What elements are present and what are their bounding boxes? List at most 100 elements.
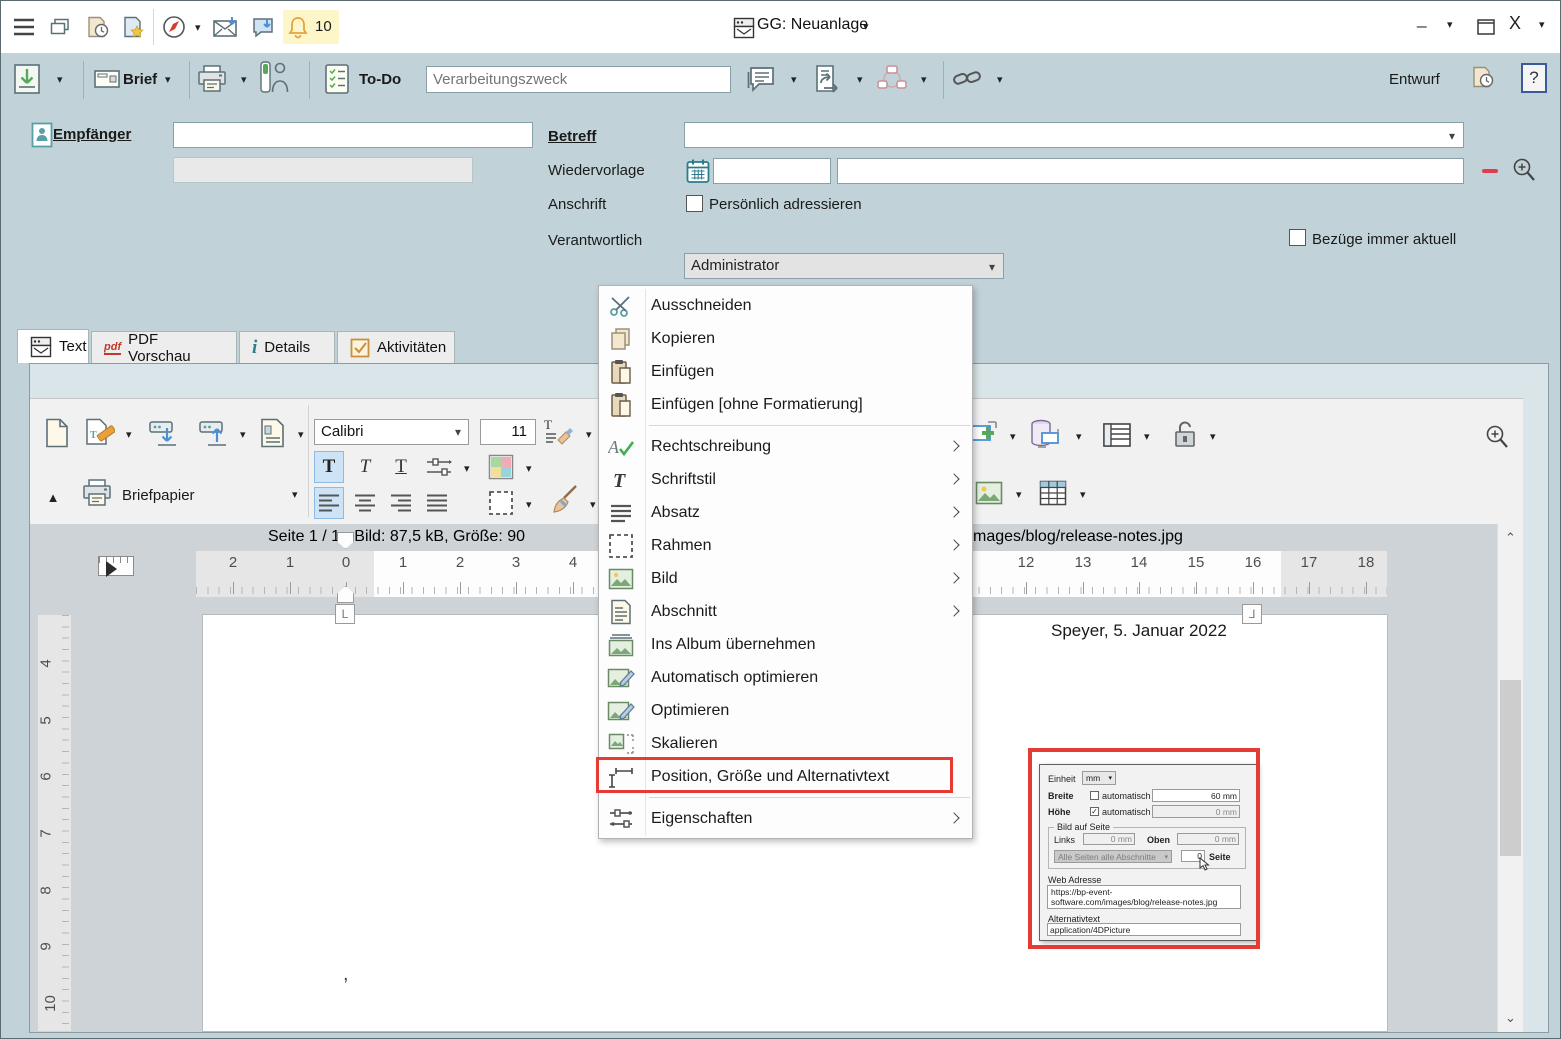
copy-page-dropdown[interactable] bbox=[298, 425, 304, 443]
align-right-button[interactable] bbox=[386, 487, 416, 519]
scroll-down-arrow[interactable]: ⌄ bbox=[1498, 1010, 1523, 1026]
minimize-button[interactable]: _ bbox=[1417, 9, 1426, 29]
char-spacing-dropdown[interactable] bbox=[464, 459, 470, 477]
border-dropdown[interactable] bbox=[526, 495, 532, 513]
clear-format-dropdown[interactable] bbox=[590, 495, 596, 513]
alternativtext-input[interactable]: application/4DPicture bbox=[1047, 923, 1241, 936]
compass-icon[interactable] bbox=[159, 12, 189, 42]
bold-button[interactable]: T bbox=[314, 451, 344, 483]
tab-stop-selector-icon[interactable] bbox=[98, 556, 134, 586]
lock-dropdown[interactable] bbox=[1210, 427, 1216, 445]
betreff-combo[interactable]: ▾ bbox=[684, 122, 1464, 148]
breite-input[interactable]: 60 mm bbox=[1152, 789, 1240, 802]
tab-details[interactable]: iDetails bbox=[239, 331, 335, 363]
left-margin-marker[interactable]: L bbox=[335, 604, 355, 624]
import-text-button[interactable] bbox=[148, 417, 178, 449]
wiedervorlage-text-input[interactable] bbox=[837, 158, 1464, 184]
forward-button[interactable] bbox=[813, 62, 841, 96]
menu-item-einfügen-ohne-formatierung[interactable]: Einfügen [ohne Formatierung] bbox=[599, 388, 972, 421]
windows-cascade-icon[interactable] bbox=[45, 12, 75, 42]
tab-text[interactable]: Text bbox=[17, 329, 89, 363]
insert-table-button[interactable] bbox=[1038, 477, 1068, 509]
menu-item-rahmen[interactable]: Rahmen bbox=[599, 529, 972, 562]
document-star-icon[interactable] bbox=[119, 12, 149, 42]
align-center-button[interactable] bbox=[350, 487, 380, 519]
table-list-button[interactable] bbox=[1102, 419, 1132, 451]
collapse-toolbar-button[interactable]: ▲ bbox=[38, 481, 68, 513]
copy-page-button[interactable] bbox=[258, 417, 288, 449]
indent-marker-top[interactable] bbox=[337, 532, 354, 549]
minimize-dropdown[interactable] bbox=[1447, 15, 1453, 33]
link-dropdown[interactable] bbox=[997, 70, 1003, 88]
window-title-dropdown[interactable] bbox=[863, 17, 869, 35]
border-frame-button[interactable] bbox=[486, 487, 516, 519]
insert-field-dropdown[interactable] bbox=[1010, 427, 1016, 445]
insert-image-button[interactable] bbox=[974, 477, 1004, 509]
comment-button[interactable] bbox=[747, 62, 775, 96]
database-field-button[interactable] bbox=[1030, 419, 1064, 451]
print-button[interactable] bbox=[197, 62, 227, 96]
link-button[interactable] bbox=[953, 62, 983, 96]
einheit-select[interactable]: mm▾ bbox=[1082, 771, 1116, 785]
verantwortlich-select[interactable]: Administrator▾ bbox=[684, 253, 1004, 279]
menu-item-eigenschaften[interactable]: Eigenschaften bbox=[599, 802, 972, 835]
forward-dropdown[interactable] bbox=[857, 70, 863, 88]
todo-label[interactable]: To-Do bbox=[359, 71, 401, 88]
right-margin-marker[interactable]: L bbox=[1242, 604, 1262, 624]
menu-item-optimieren[interactable]: Optimieren bbox=[599, 694, 972, 727]
person-status-icon[interactable] bbox=[259, 60, 289, 94]
close-dropdown[interactable] bbox=[1539, 15, 1545, 33]
menu-item-schriftstil[interactable]: TSchriftstil bbox=[599, 463, 972, 496]
comment-import-icon[interactable] bbox=[249, 12, 279, 42]
verarbeitungszweck-input[interactable] bbox=[426, 66, 731, 93]
mail-import-icon[interactable] bbox=[211, 12, 241, 42]
color-dropdown[interactable] bbox=[526, 459, 532, 477]
menu-item-ausschneiden[interactable]: Ausschneiden bbox=[599, 289, 972, 322]
lock-button[interactable] bbox=[1170, 419, 1200, 451]
process-button[interactable] bbox=[877, 62, 907, 96]
export-text-button[interactable] bbox=[198, 417, 228, 449]
underline-button[interactable]: T bbox=[386, 451, 416, 483]
bezuege-checkbox[interactable] bbox=[1289, 229, 1306, 246]
menu-item-ins-album-übernehmen[interactable]: Ins Album übernehmen bbox=[599, 628, 972, 661]
vertical-scrollbar[interactable]: ⌃ ⌄ bbox=[1497, 524, 1523, 1032]
export-dropdown[interactable] bbox=[240, 425, 246, 443]
hamburger-menu-icon[interactable] bbox=[9, 12, 39, 42]
brief-label[interactable]: Brief bbox=[123, 71, 157, 88]
search-magnifier-icon[interactable] bbox=[1509, 155, 1539, 185]
menu-item-position-größe-und-alternativtext[interactable]: Position, Größe und Alternativtext bbox=[599, 760, 972, 793]
italic-button[interactable]: T bbox=[350, 451, 380, 483]
menu-item-skalieren[interactable]: Skalieren bbox=[599, 727, 972, 760]
persoenlich-checkbox[interactable] bbox=[686, 195, 703, 212]
insert-image-dropdown[interactable] bbox=[1016, 485, 1022, 503]
notification-badge[interactable]: 10 bbox=[283, 10, 339, 44]
help-button[interactable]: ? bbox=[1521, 63, 1547, 93]
hoehe-auto-checkbox[interactable]: ✓ bbox=[1090, 807, 1099, 816]
web-adresse-input[interactable]: https://bp-event- software.com/images/bl… bbox=[1047, 885, 1241, 909]
tab-aktivit-ten[interactable]: Aktivitäten bbox=[337, 331, 455, 363]
menu-item-abschnitt[interactable]: Abschnitt bbox=[599, 595, 972, 628]
brief-dropdown[interactable] bbox=[165, 70, 171, 88]
menu-item-einfügen[interactable]: Einfügen bbox=[599, 355, 972, 388]
menu-item-automatisch-optimieren[interactable]: Automatisch optimieren bbox=[599, 661, 972, 694]
color-palette-button[interactable] bbox=[486, 451, 516, 483]
compass-dropdown[interactable] bbox=[195, 18, 201, 36]
menu-item-absatz[interactable]: Absatz bbox=[599, 496, 972, 529]
vertical-ruler[interactable]: 45678910 bbox=[37, 614, 72, 1032]
new-document-button[interactable] bbox=[42, 417, 72, 449]
format-painter-button[interactable]: T bbox=[544, 415, 574, 447]
scrollbar-thumb[interactable] bbox=[1500, 680, 1521, 856]
briefpapier-icon[interactable] bbox=[82, 477, 112, 509]
todo-icon[interactable] bbox=[323, 62, 351, 96]
table-list-dropdown[interactable] bbox=[1144, 427, 1150, 445]
save-import-dropdown[interactable] bbox=[57, 70, 63, 88]
scroll-up-arrow[interactable]: ⌃ bbox=[1498, 530, 1523, 546]
history-icon[interactable] bbox=[1469, 60, 1497, 94]
zoom-button[interactable] bbox=[1482, 421, 1512, 453]
document-clock-icon[interactable] bbox=[83, 12, 113, 42]
align-left-button[interactable] bbox=[314, 487, 344, 519]
calendar-icon[interactable] bbox=[683, 156, 713, 186]
insert-table-dropdown[interactable] bbox=[1080, 485, 1086, 503]
database-field-dropdown[interactable] bbox=[1076, 427, 1082, 445]
process-dropdown[interactable] bbox=[921, 70, 927, 88]
